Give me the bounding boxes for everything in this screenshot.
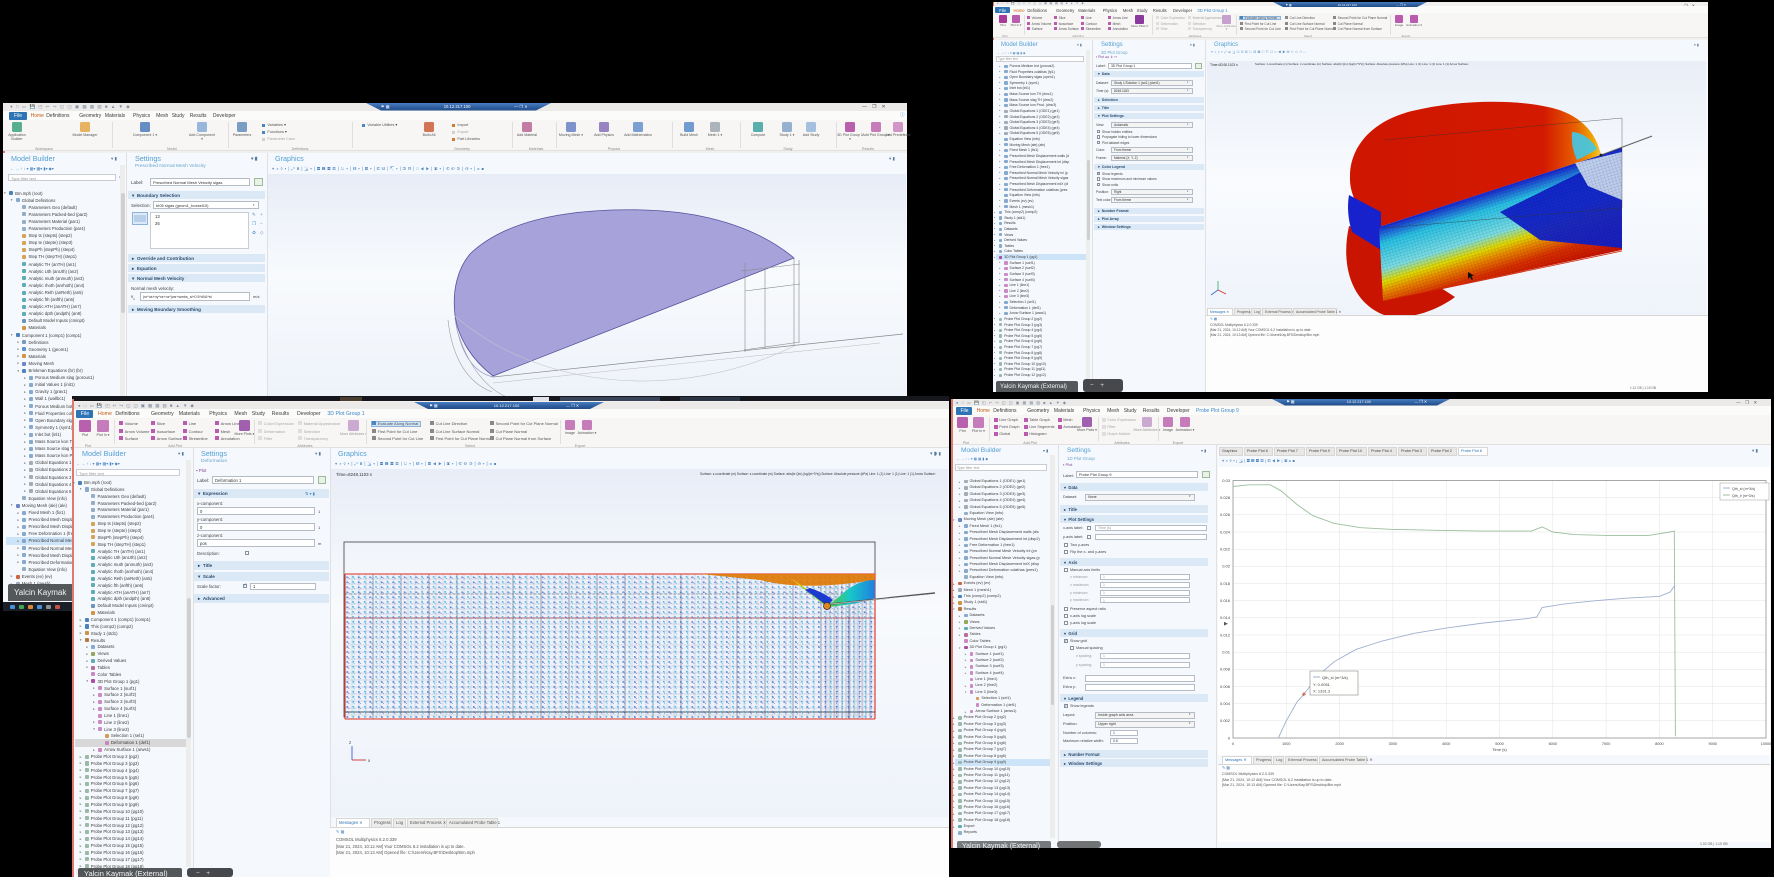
svg-text:0.01: 0.01 xyxy=(1222,650,1231,655)
svg-text:0.02: 0.02 xyxy=(1222,564,1231,569)
svg-text:1000: 1000 xyxy=(1282,742,1290,746)
svg-text:0.004: 0.004 xyxy=(1220,701,1231,706)
svg-text:6000: 6000 xyxy=(1549,742,1557,746)
svg-text:0.024: 0.024 xyxy=(1220,529,1231,534)
svg-text:Qth_sl (m^3/s): Qth_sl (m^3/s) xyxy=(1322,675,1349,680)
svg-text:0.028: 0.028 xyxy=(1220,495,1231,500)
svg-text:2000: 2000 xyxy=(1335,742,1343,746)
svg-text:4000: 4000 xyxy=(1442,742,1450,746)
svg-text:Qth_sl (m^3/s): Qth_sl (m^3/s) xyxy=(1732,487,1755,491)
svg-text:5000: 5000 xyxy=(1495,742,1503,746)
svg-text:7000: 7000 xyxy=(1602,742,1610,746)
svg-text:0.012: 0.012 xyxy=(1220,632,1231,637)
svg-text:0.026: 0.026 xyxy=(1220,512,1231,517)
svg-text:0.006: 0.006 xyxy=(1220,684,1231,689)
svg-text:Qth_ir (m^3/s): Qth_ir (m^3/s) xyxy=(1732,494,1755,498)
svg-text:0.014: 0.014 xyxy=(1220,615,1231,620)
svg-text:9000: 9000 xyxy=(1708,742,1716,746)
svg-text:0.002: 0.002 xyxy=(1220,718,1231,723)
svg-text:0: 0 xyxy=(1228,735,1231,740)
svg-text:X: 1331.3: X: 1331.3 xyxy=(1313,689,1331,694)
svg-text:0.03: 0.03 xyxy=(1222,478,1231,483)
svg-text:Y: 0.0051: Y: 0.0051 xyxy=(1313,682,1331,687)
svg-text:0.016: 0.016 xyxy=(1220,598,1231,603)
svg-text:0.018: 0.018 xyxy=(1220,581,1231,586)
svg-text:8000: 8000 xyxy=(1655,742,1663,746)
svg-text:3000: 3000 xyxy=(1389,742,1397,746)
svg-text:▶: ▶ xyxy=(1224,621,1228,627)
svg-text:Time (s): Time (s) xyxy=(1492,747,1507,752)
svg-text:10000: 10000 xyxy=(1761,742,1772,746)
svg-text:0: 0 xyxy=(1232,742,1234,746)
svg-text:0.022: 0.022 xyxy=(1220,547,1231,552)
svg-text:0.008: 0.008 xyxy=(1220,667,1231,672)
